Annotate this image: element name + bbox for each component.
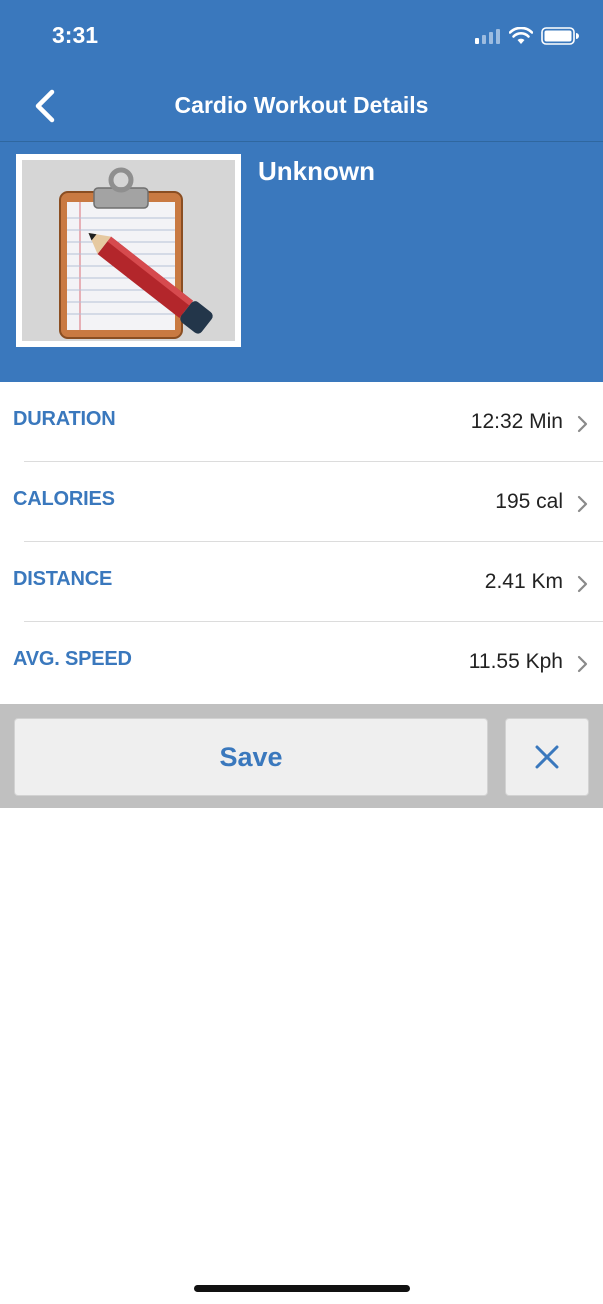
- chevron-right-icon: [577, 655, 588, 673]
- navbar: Cardio Workout Details: [0, 70, 603, 142]
- status-bar: 3:31: [0, 0, 603, 70]
- workout-stats-list: DURATION 12:32 Min CALORIES 195 cal DIST…: [0, 382, 603, 702]
- duration-row[interactable]: DURATION 12:32 Min: [0, 382, 603, 462]
- status-time: 3:31: [52, 22, 99, 48]
- row-label: AVG. SPEED: [13, 648, 132, 670]
- home-indicator[interactable]: [194, 1285, 410, 1292]
- chevron-right-icon: [577, 415, 588, 433]
- battery-icon: [541, 27, 579, 45]
- close-button[interactable]: [505, 718, 589, 796]
- wifi-icon: [509, 27, 533, 44]
- header: 3:31 Cardio Workout Details Unknown: [0, 0, 603, 382]
- clipboard-pencil-icon: [59, 167, 213, 339]
- row-label: CALORIES: [13, 488, 115, 510]
- chevron-right-icon: [577, 575, 588, 593]
- close-icon: [535, 745, 559, 769]
- workout-name: Unknown: [258, 156, 375, 186]
- row-value: 195 cal: [495, 490, 563, 513]
- row-label: DISTANCE: [13, 568, 113, 590]
- row-value: 2.41 Km: [484, 570, 563, 593]
- workout-image[interactable]: [16, 154, 241, 347]
- calories-row[interactable]: CALORIES 195 cal: [0, 462, 603, 542]
- status-icons: [475, 26, 579, 46]
- save-button[interactable]: Save: [14, 718, 488, 796]
- row-value: 12:32 Min: [470, 410, 563, 433]
- cellular-signal-icon: [475, 29, 500, 44]
- distance-row[interactable]: DISTANCE 2.41 Km: [0, 542, 603, 622]
- avg-speed-row[interactable]: AVG. SPEED 11.55 Kph: [0, 622, 603, 702]
- row-value: 11.55 Kph: [468, 650, 563, 673]
- row-label: DURATION: [13, 408, 116, 430]
- action-bar: Save: [0, 704, 603, 808]
- page-title: Cardio Workout Details: [174, 92, 429, 118]
- chevron-right-icon: [577, 495, 588, 513]
